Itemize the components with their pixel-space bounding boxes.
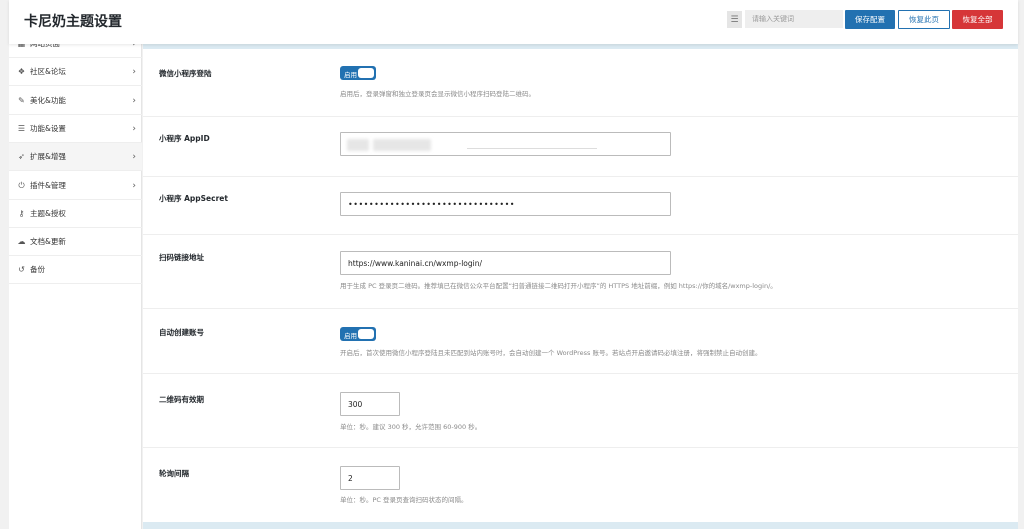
redacted-block [373,139,431,151]
save-button[interactable]: 保存配置 [845,10,895,29]
toggle-label: 启用 [344,71,357,79]
toggle-label: 启用 [344,332,357,340]
field-label: 扫码链接地址 [159,253,204,262]
toggle-knob [358,329,374,339]
reset-all-button[interactable]: 恢复全部 [952,10,1003,29]
sidebar-item-community[interactable]: ❖ 社区&论坛 › [9,58,142,86]
sidebar-item-label: 功能&设置 [30,124,66,133]
sidebar-item-label: 文档&更新 [30,237,66,246]
section-bottom-band [143,522,1018,529]
appsecret-input[interactable]: •••••••••••••••••••••••••••••••• [340,192,671,216]
appsecret-value: •••••••••••••••••••••••••••••••• [348,199,515,209]
field-description: 用于生成 PC 登录页二维码。推荐填已在微信公众平台配置“扫普通链接二维码打开小… [340,282,777,290]
auto-create-toggle[interactable]: 启用 [340,327,376,341]
field-label: 小程序 AppID [159,134,210,143]
list-icon[interactable]: ☰ [727,11,742,28]
sidebar-item-label: 扩展&增强 [30,152,66,161]
chevron-right-icon: › [132,123,136,134]
sidebar-item-license[interactable]: ⚷ 主题&授权 [9,200,142,228]
sidebar-item-features[interactable]: ☰ 功能&设置 › [9,115,142,143]
history-icon: ↺ [18,264,25,274]
field-row-auto-create: 自动创建账号 启用 开启后，首次使用微信小程序登陆且未匹配到站内账号时，会自动创… [143,309,1018,374]
redacted-line [467,148,597,149]
field-description: 启用后，登录弹窗和独立登录页会显示微信小程序扫码登陆二维码。 [340,90,535,98]
field-row-qr-expire: 二维码有效期 300 单位：秒。建议 300 秒，允许范围 60-900 秒。 [143,374,1018,448]
qr-expire-value: 300 [348,399,363,409]
plug-icon: ⏻ [18,180,25,190]
field-description: 单位：秒。PC 登录页查询扫码状态的间隔。 [340,496,468,504]
sidebar-item-extensions[interactable]: ➶ 扩展&增强 › [9,143,142,171]
sidebar-item-label: 备份 [30,265,45,274]
field-label: 二维码有效期 [159,395,204,404]
magic-icon: ✎ [18,95,25,105]
field-label: 小程序 AppSecret [159,194,228,203]
field-label: 轮询间隔 [159,469,189,478]
qr-expire-input[interactable]: 300 [340,392,400,416]
sidebar-item-label: 主题&授权 [30,209,66,218]
poll-interval-value: 2 [348,473,353,483]
rocket-icon: ➶ [18,151,25,161]
sidebar-item-label: 社区&论坛 [30,67,66,76]
field-row-miniprogram-login: 微信小程序登陆 启用 启用后，登录弹窗和独立登录页会显示微信小程序扫码登陆二维码… [143,49,1018,117]
poll-interval-input[interactable]: 2 [340,466,400,490]
appid-input[interactable] [340,132,671,156]
field-label: 微信小程序登陆 [159,69,212,78]
field-description: 单位：秒。建议 300 秒，允许范围 60-900 秒。 [340,423,482,431]
settings-content: 微信小程序登陆 启用 启用后，登录弹窗和独立登录页会显示微信小程序扫码登陆二维码… [143,44,1018,529]
sidebar-item-label: 插件&管理 [30,181,66,190]
field-description: 开启后，首次使用微信小程序登陆且未匹配到站内账号时，会自动创建一个 WordPr… [340,349,762,357]
chevron-right-icon: › [132,66,136,77]
sidebar-item-beautify[interactable]: ✎ 美化&功能 › [9,87,142,115]
chevron-right-icon: › [132,151,136,162]
chevron-right-icon: › [132,180,136,191]
field-row-poll-interval: 轮询间隔 2 单位：秒。PC 登录页查询扫码状态的间隔。 [143,448,1018,522]
field-row-scan-url: 扫码链接地址 https://www.kaninai.cn/wxmp-login… [143,235,1018,309]
scan-url-input[interactable]: https://www.kaninai.cn/wxmp-login/ [340,251,671,275]
scan-url-value: https://www.kaninai.cn/wxmp-login/ [348,258,482,268]
users-icon: ❖ [17,66,26,76]
page-title: 卡尼奶主题设置 [24,14,122,30]
sidebar-item-backup[interactable]: ↺ 备份 [9,256,142,284]
cloud-icon: ☁ [17,236,26,246]
key-icon: ⚷ [18,208,25,218]
sidebar-item-label: 美化&功能 [30,96,66,105]
search-input[interactable] [745,10,843,28]
field-row-appid: 小程序 AppID [143,117,1018,177]
sliders-icon: ☰ [17,123,26,133]
sidebar-item-docs[interactable]: ☁ 文档&更新 [9,228,142,256]
chevron-right-icon: › [132,95,136,106]
field-row-appsecret: 小程序 AppSecret ••••••••••••••••••••••••••… [143,177,1018,235]
sidebar: ▦ 网站页面 › ❖ 社区&论坛 › ✎ 美化&功能 › ☰ 功能&设置 › ➶… [9,39,142,529]
reset-page-button[interactable]: 恢复此页 [898,10,950,29]
redacted-block [347,139,369,151]
field-label: 自动创建账号 [159,328,204,337]
toggle-knob [358,68,374,78]
miniprogram-login-toggle[interactable]: 启用 [340,66,376,80]
settings-header: 卡尼奶主题设置 ☰ 保存配置 恢复此页 恢复全部 [9,0,1018,44]
sidebar-item-plugins[interactable]: ⏻ 插件&管理 › [9,172,142,200]
